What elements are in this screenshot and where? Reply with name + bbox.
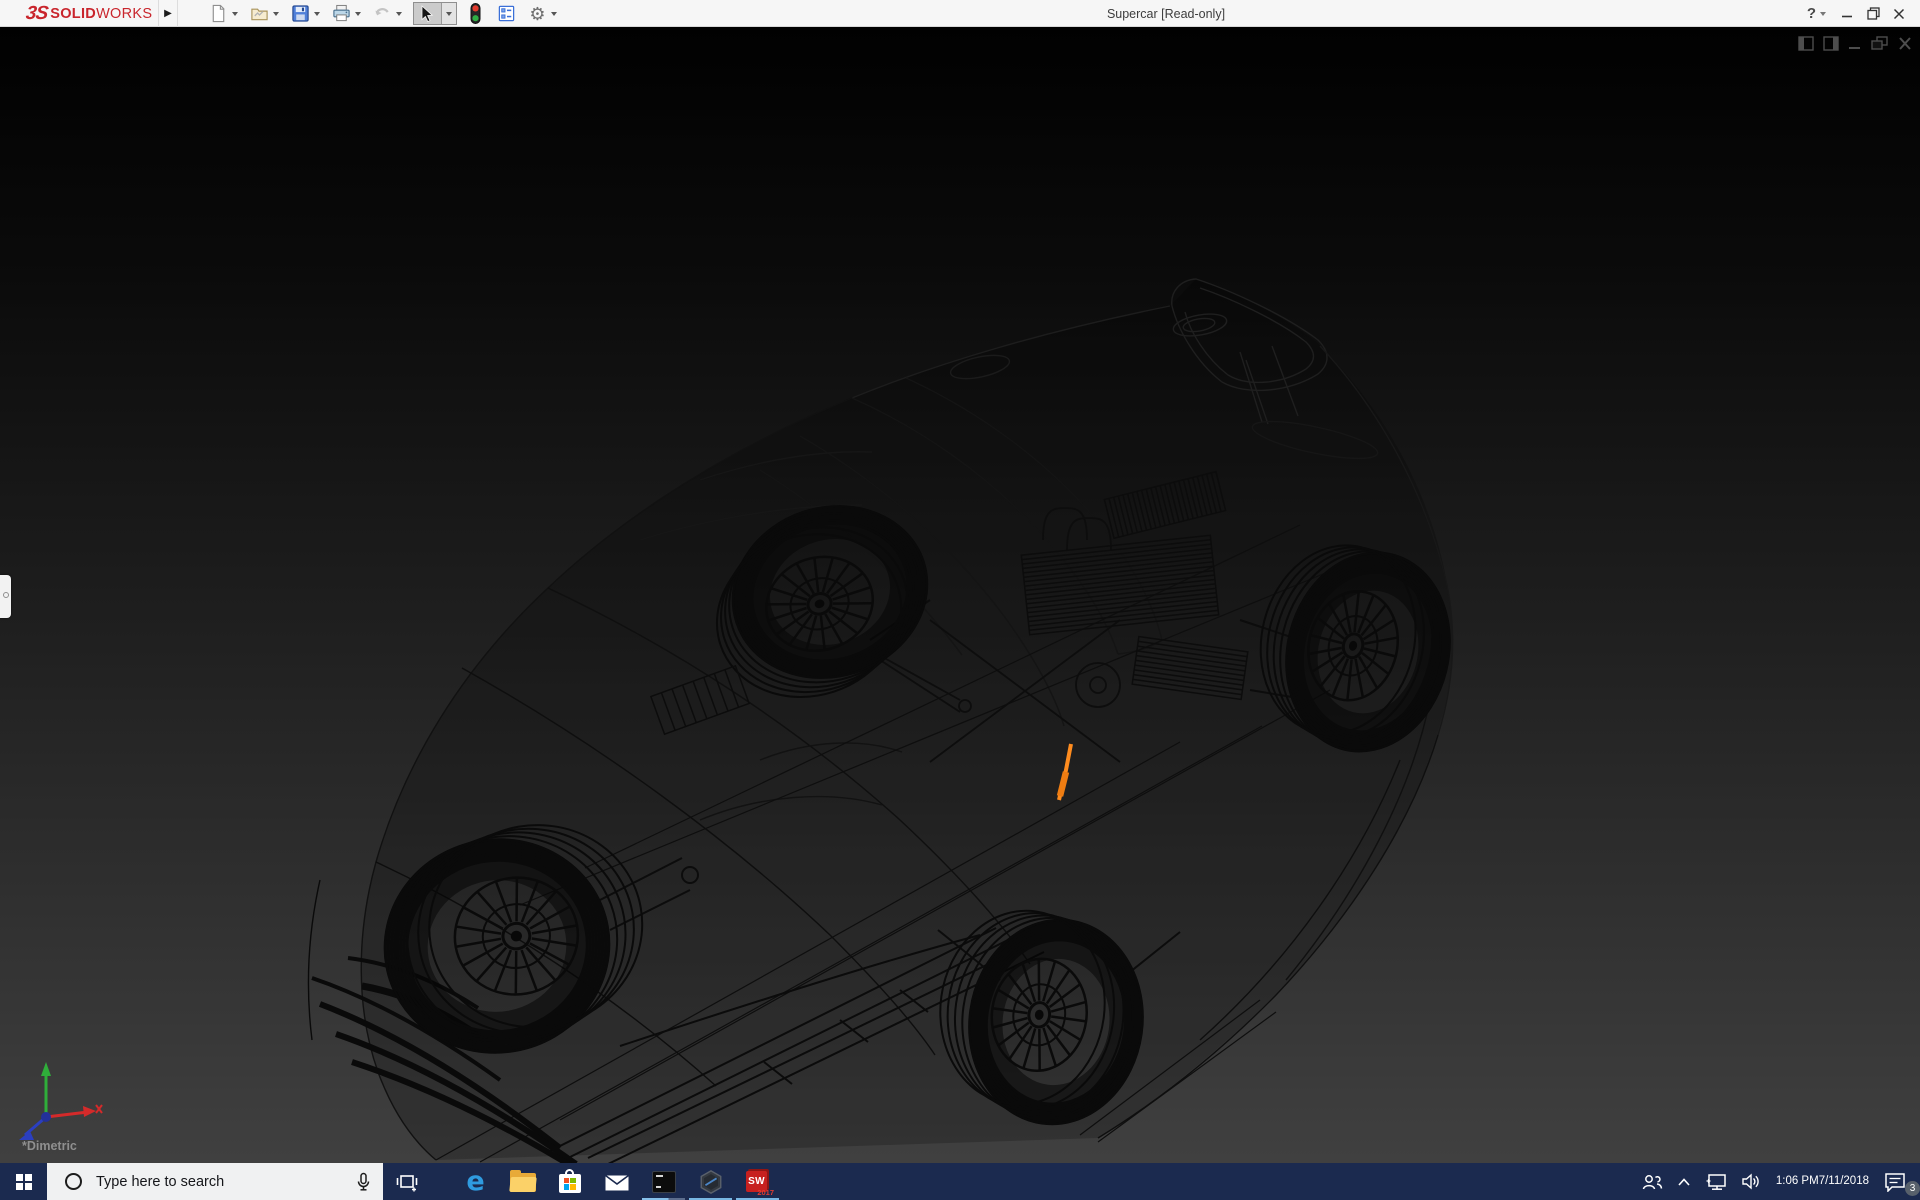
select-tool-group [413, 2, 457, 25]
print-icon [332, 4, 351, 23]
window-title: Supercar [Read-only] [1107, 0, 1225, 27]
restore-button[interactable] [1860, 0, 1886, 27]
windows-logo-icon [16, 1174, 31, 1189]
help-button[interactable]: ? [1804, 0, 1834, 27]
panel-left-icon[interactable] [1798, 36, 1814, 51]
speaker-icon [1741, 1173, 1761, 1190]
hexagon-app-icon [698, 1169, 724, 1195]
network-button[interactable] [1698, 1163, 1734, 1200]
graphics-viewport[interactable]: *Dimetric [0, 27, 1920, 1163]
taskbar-app-command-prompt[interactable] [640, 1163, 687, 1200]
options-dropdown[interactable] [551, 12, 557, 16]
traffic-light-icon [468, 3, 483, 24]
taskbar-app-hexagon[interactable] [687, 1163, 734, 1200]
network-icon [1705, 1173, 1727, 1191]
cortana-ring-icon [65, 1173, 82, 1190]
doc-minimize-icon[interactable] [1848, 36, 1862, 51]
edge-icon: e [466, 1168, 484, 1195]
car-wireframe [0, 27, 1920, 1163]
rebuild-indicator-button[interactable] [465, 3, 486, 24]
task-view-icon [395, 1171, 419, 1193]
start-button[interactable] [0, 1163, 47, 1200]
minimize-button[interactable] [1834, 0, 1860, 27]
file-explorer-icon [510, 1173, 536, 1193]
orientation-triad [8, 1055, 104, 1147]
gear-icon: ⚙ [529, 5, 545, 23]
taskbar-app-store[interactable] [546, 1163, 593, 1200]
minimize-icon [1841, 8, 1853, 20]
select-tool-button[interactable] [414, 3, 441, 24]
system-tray: 1:06 PM 7/11/2018 3 [1634, 1163, 1920, 1200]
open-button[interactable] [249, 3, 270, 24]
microphone-icon[interactable] [356, 1172, 371, 1192]
store-icon [559, 1174, 581, 1193]
document-window-controls [1798, 36, 1912, 51]
open-folder-icon [250, 4, 269, 23]
window-controls: ? [1804, 0, 1912, 27]
close-button[interactable] [1886, 0, 1912, 27]
action-center-icon [1884, 1172, 1906, 1192]
display-options-button[interactable] [496, 3, 517, 24]
people-icon [1641, 1173, 1663, 1191]
search-placeholder: Type here to search [96, 1174, 356, 1190]
new-document-icon [209, 4, 228, 23]
clock-time: 1:06 PM [1776, 1175, 1819, 1189]
solidworks-logo: 3S SOLIDWORKS [26, 0, 152, 27]
panel-tab-dot-icon [3, 592, 9, 598]
save-button[interactable] [290, 3, 311, 24]
menu-flyout-arrow[interactable]: ▶ [158, 0, 178, 27]
taskbar-app-edge[interactable]: e [452, 1163, 499, 1200]
volume-button[interactable] [1734, 1163, 1768, 1200]
select-tool-dropdown[interactable] [441, 3, 456, 24]
taskbar-app-mail[interactable] [593, 1163, 640, 1200]
titlebar: 3S SOLIDWORKS ▶ [0, 0, 1920, 27]
new-document-dropdown[interactable] [232, 12, 238, 16]
collapsed-panel-tab[interactable] [0, 575, 11, 618]
restore-icon [1867, 7, 1880, 20]
save-dropdown[interactable] [314, 12, 320, 16]
taskbar-app-file-explorer[interactable] [499, 1163, 546, 1200]
print-button[interactable] [331, 3, 352, 24]
notification-badge: 3 [1905, 1181, 1920, 1196]
chevron-up-icon [1677, 1177, 1691, 1187]
action-center-button[interactable]: 3 [1877, 1163, 1920, 1200]
undo-dropdown[interactable] [396, 12, 402, 16]
open-dropdown[interactable] [273, 12, 279, 16]
options-button[interactable]: ⚙ [527, 3, 548, 24]
taskbar-app-solidworks[interactable]: SW 2017 [734, 1163, 781, 1200]
task-view-button[interactable] [383, 1163, 430, 1200]
panel-right-icon[interactable] [1823, 36, 1839, 51]
select-cursor-icon [419, 5, 436, 23]
ds-logo-mark: 3S [24, 3, 48, 25]
solidworks-icon: SW 2017 [745, 1169, 770, 1194]
list-icon [497, 4, 516, 23]
mail-icon [604, 1172, 630, 1192]
taskbar-clock[interactable]: 1:06 PM 7/11/2018 [1768, 1163, 1877, 1200]
undo-button[interactable] [372, 3, 393, 24]
new-document-button[interactable] [208, 3, 229, 24]
command-prompt-icon [652, 1171, 676, 1193]
taskbar: Type here to search e [0, 1163, 1920, 1200]
view-orientation-label: *Dimetric [22, 1139, 77, 1153]
undo-icon [373, 4, 392, 23]
doc-close-icon[interactable] [1898, 36, 1912, 51]
quick-access-toolbar: ⚙ [208, 0, 568, 27]
print-dropdown[interactable] [355, 12, 361, 16]
hidden-icons-button[interactable] [1670, 1163, 1698, 1200]
clock-date: 7/11/2018 [1819, 1175, 1869, 1189]
help-dropdown [1820, 12, 1826, 16]
taskbar-search[interactable]: Type here to search [47, 1163, 383, 1200]
people-button[interactable] [1634, 1163, 1670, 1200]
save-floppy-icon [291, 4, 310, 23]
close-icon [1893, 8, 1905, 20]
doc-restore-icon[interactable] [1871, 36, 1889, 51]
